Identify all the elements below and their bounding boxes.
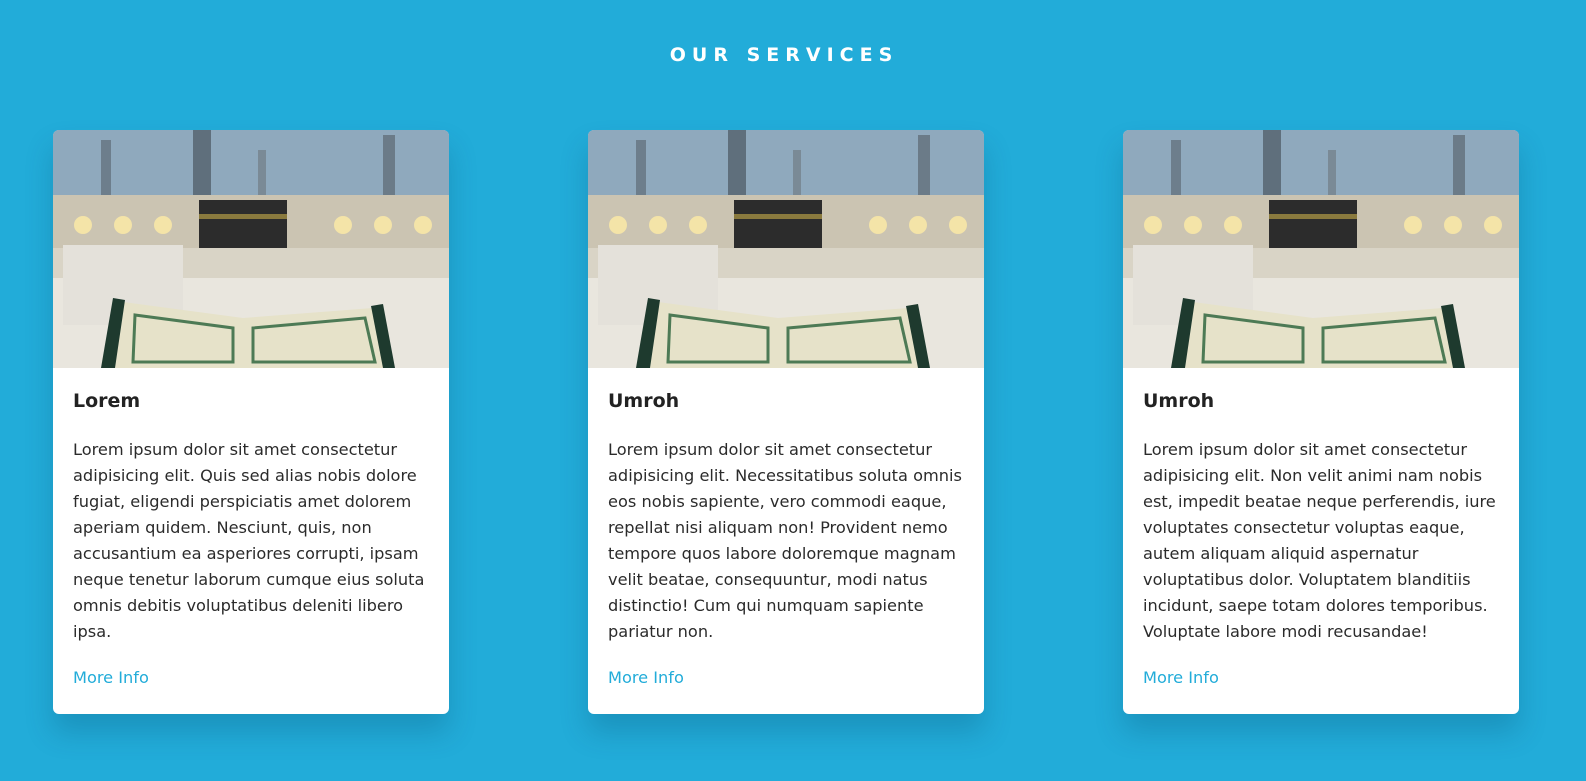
mecca-kaaba-photo (588, 130, 984, 368)
services-grid: Lorem Lorem ipsum dolor sit amet consect… (53, 130, 1519, 714)
card-image (1123, 130, 1519, 368)
more-info-link[interactable]: More Info (73, 668, 149, 687)
card-title: Umroh (1143, 390, 1215, 412)
card-description: Lorem ipsum dolor sit amet consectetur a… (73, 439, 425, 641)
section-title: OUR SERVICES (669, 44, 899, 66)
card-description: Lorem ipsum dolor sit amet consectetur a… (1143, 439, 1496, 641)
service-card: Umroh Lorem ipsum dolor sit amet consect… (588, 130, 984, 714)
card-image (53, 130, 449, 368)
mecca-kaaba-photo (53, 130, 449, 368)
card-image (588, 130, 984, 368)
card-title: Lorem (73, 390, 141, 412)
more-info-link[interactable]: More Info (608, 668, 684, 687)
mecca-kaaba-photo (1123, 130, 1519, 368)
service-card: Umroh Lorem ipsum dolor sit amet consect… (1123, 130, 1519, 714)
service-card: Lorem Lorem ipsum dolor sit amet consect… (53, 130, 449, 714)
more-info-link[interactable]: More Info (1143, 668, 1219, 687)
card-description: Lorem ipsum dolor sit amet consectetur a… (608, 439, 962, 641)
card-title: Umroh (608, 390, 680, 412)
